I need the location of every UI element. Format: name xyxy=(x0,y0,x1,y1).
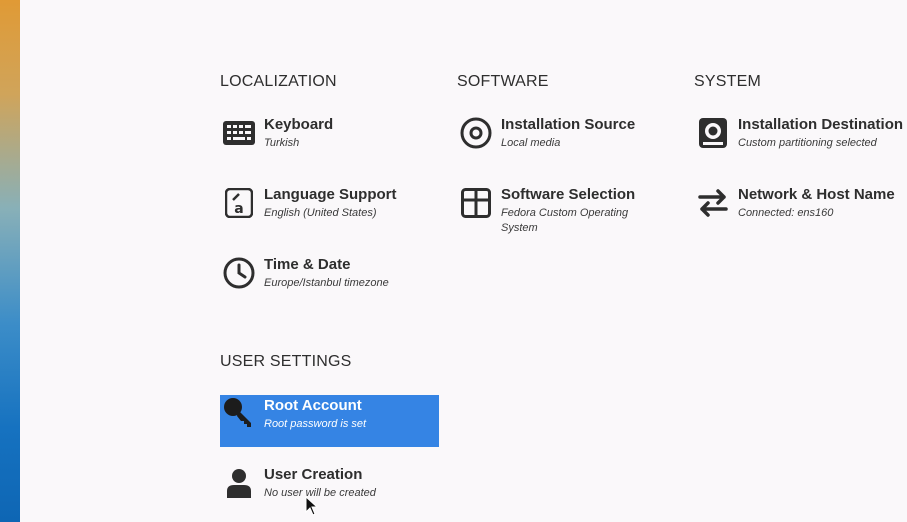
software-selection-status-line2: System xyxy=(501,222,538,234)
localization-heading: LOCALIZATION xyxy=(220,73,337,90)
time-date-spoke[interactable]: Time & Date Europe/Istanbul timezone xyxy=(220,256,440,308)
user-settings-heading: USER SETTINGS xyxy=(220,353,352,370)
time-date-title: Time & Date xyxy=(264,256,351,273)
drive-icon xyxy=(696,116,730,150)
package-icon xyxy=(459,186,493,220)
network-arrows-icon xyxy=(696,186,730,220)
system-heading: SYSTEM xyxy=(694,73,761,90)
software-heading: SOFTWARE xyxy=(457,73,549,90)
installation-source-status: Local media xyxy=(501,137,561,149)
user-creation-spoke[interactable]: User Creation No user will be created xyxy=(220,466,440,518)
person-icon xyxy=(222,466,256,500)
time-date-status: Europe/Istanbul timezone xyxy=(264,277,389,289)
user-creation-title: User Creation xyxy=(264,466,363,483)
software-selection-spoke[interactable]: Software Selection Fedora Custom Operati… xyxy=(457,186,677,238)
mouse-pointer-icon xyxy=(305,495,319,521)
keyboard-title: Keyboard xyxy=(264,116,334,133)
svg-text:a: a xyxy=(234,201,243,217)
installation-source-title: Installation Source xyxy=(501,116,636,133)
installation-destination-title: Installation Destination xyxy=(738,116,904,133)
language-support-status: English (United States) xyxy=(264,207,377,219)
key-icon xyxy=(222,395,256,429)
software-selection-status: Fedora Custom Operating System xyxy=(501,206,628,236)
sidebar-background-strip xyxy=(0,0,20,522)
language-icon: a xyxy=(222,186,256,220)
language-support-spoke[interactable]: a Language Support English (United State… xyxy=(220,186,440,238)
software-selection-status-line1: Fedora Custom Operating xyxy=(501,207,629,219)
network-host-title: Network & Host Name xyxy=(738,186,895,203)
software-selection-title: Software Selection xyxy=(501,186,636,203)
root-account-status: Root password is set xyxy=(264,418,367,430)
root-account-spoke[interactable]: Root Account Root password is set xyxy=(220,395,439,447)
installation-destination-status: Custom partitioning selected xyxy=(738,137,877,149)
language-support-title: Language Support xyxy=(264,186,397,203)
installation-source-spoke[interactable]: Installation Source Local media xyxy=(457,116,677,168)
installation-destination-spoke[interactable]: Installation Destination Custom partitio… xyxy=(694,116,907,168)
network-host-status: Connected: ens160 xyxy=(738,207,834,219)
keyboard-status: Turkish xyxy=(264,137,300,149)
network-host-spoke[interactable]: Network & Host Name Connected: ens160 xyxy=(694,186,907,238)
user-creation-status: No user will be created xyxy=(264,487,376,499)
disc-icon xyxy=(459,116,493,150)
keyboard-spoke[interactable]: Keyboard Turkish xyxy=(220,116,440,168)
keyboard-icon xyxy=(222,116,256,150)
root-account-title: Root Account xyxy=(264,397,362,414)
clock-icon xyxy=(222,256,256,290)
